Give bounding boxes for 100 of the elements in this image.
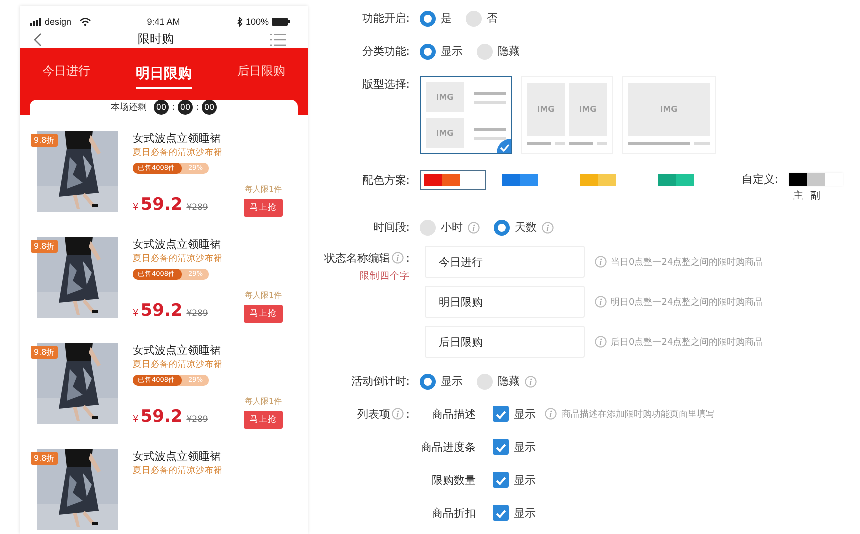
text-lines-icon: [474, 90, 506, 104]
currency-sign: ¥: [133, 309, 139, 319]
product-title: 女式波点立领睡裙: [133, 449, 222, 464]
option-label: 天数: [515, 220, 537, 235]
image-placeholder: IMG: [628, 83, 710, 136]
bluetooth-icon: [236, 17, 243, 27]
item-name: 商品折扣: [431, 506, 476, 520]
tab[interactable]: 明日限购: [136, 65, 192, 89]
image-placeholder: IMG: [426, 82, 464, 112]
battery-percent: 100%: [246, 17, 269, 27]
hint-text: 明日0点整一24点整之间的限时购商品: [611, 296, 764, 308]
price: 59.2: [140, 195, 183, 215]
field-label: 状态名称编辑: [324, 250, 390, 266]
image-placeholder: IMG: [569, 83, 607, 136]
radio-button[interactable]: [420, 374, 436, 390]
option-label: 隐藏: [498, 44, 520, 59]
discount-badge: 9.8折: [31, 240, 58, 253]
purchase-limit: 每人限1件: [244, 184, 282, 195]
option-label: 是: [441, 11, 452, 26]
option-label: 小时: [441, 220, 463, 235]
text-input[interactable]: 后日限购: [425, 326, 585, 358]
carrier-name: design: [45, 17, 72, 27]
swatch-caption: 主: [794, 190, 804, 203]
colon: :: [406, 408, 410, 420]
checkbox-label: 显示: [514, 440, 536, 454]
product-subtitle: 夏日必备的清凉沙布裙: [133, 147, 224, 159]
info-icon: [545, 408, 557, 420]
radio-button[interactable]: [420, 10, 436, 26]
info-icon: [595, 296, 607, 308]
color-swatch[interactable]: [806, 173, 825, 186]
text-lines-icon: [474, 126, 506, 140]
status-time: 9:41 AM: [147, 17, 180, 27]
countdown-digit: 00: [178, 100, 193, 115]
checkbox[interactable]: [493, 505, 509, 521]
wifi-icon: [80, 18, 91, 26]
battery-icon: [272, 18, 290, 26]
product-title: 女式波点立领睡裙: [133, 131, 222, 146]
page-title: 限时购: [138, 31, 174, 48]
radio-button[interactable]: [477, 44, 493, 60]
buy-button[interactable]: 马上抢: [244, 305, 283, 323]
layout-option-card[interactable]: IMG IMG: [521, 76, 613, 154]
color-swatch[interactable]: [788, 173, 807, 186]
field-label: 分类功能:: [362, 44, 410, 59]
radio-button[interactable]: [420, 220, 436, 236]
color-scheme-option[interactable]: [420, 170, 486, 190]
purchase-limit: 每人限1件: [244, 290, 282, 301]
original-price: ¥289: [186, 309, 208, 319]
signal-icon: [30, 18, 42, 26]
checkbox-label: 显示: [514, 506, 536, 520]
original-price: ¥289: [186, 415, 208, 425]
radio-button[interactable]: [466, 10, 482, 26]
product-subtitle: 夏日必备的清凉沙布裙: [133, 465, 224, 477]
price: 59.2: [140, 301, 183, 321]
info-icon: [595, 336, 607, 348]
buy-button[interactable]: 马上抢: [244, 411, 283, 429]
field-label: 时间段:: [373, 220, 410, 235]
checkbox[interactable]: [493, 472, 509, 488]
checkbox[interactable]: [493, 439, 509, 455]
text-lines-icon: [628, 142, 710, 145]
countdown-label: 本场还剩: [110, 102, 147, 114]
menu-button[interactable]: [270, 34, 286, 46]
item-name: 限购数量: [431, 472, 476, 488]
text-input[interactable]: 明日限购: [425, 286, 585, 318]
currency-sign: ¥: [133, 203, 139, 213]
radio-button[interactable]: [420, 44, 436, 60]
tab[interactable]: 今日进行: [42, 62, 91, 86]
field-label: 活动倒计时:: [351, 374, 410, 389]
text-input[interactable]: 今日进行: [425, 246, 585, 278]
countdown-digit: 00: [154, 100, 169, 115]
hint-text: 后日0点整一24点整之间的限时购商品: [611, 336, 764, 348]
info-icon: [595, 256, 607, 268]
field-label: 版型选择:: [362, 76, 410, 92]
product-subtitle: 夏日必备的清凉沙布裙: [133, 253, 224, 265]
radio-button[interactable]: [477, 374, 493, 390]
layout-option-card[interactable]: IMG IMG: [420, 76, 512, 154]
option-label: 隐藏: [498, 374, 520, 389]
radio-button[interactable]: [494, 220, 510, 236]
checkbox-label: 显示: [514, 406, 536, 422]
layout-option-card[interactable]: IMG: [622, 76, 716, 154]
text-lines-icon: [527, 142, 607, 145]
list-icon: [270, 34, 286, 46]
product-subtitle: 夏日必备的清凉沙布裙: [133, 359, 224, 371]
image-placeholder: IMG: [426, 118, 464, 148]
chevron-icon: [34, 32, 42, 46]
discount-badge: 9.8折: [31, 452, 58, 465]
option-label: 显示: [441, 44, 463, 59]
buy-button[interactable]: 马上抢: [244, 199, 283, 217]
tab[interactable]: 后日限购: [237, 62, 286, 86]
back-button[interactable]: [34, 32, 42, 46]
image-placeholder: IMG: [527, 83, 565, 136]
limit-note: 限制四个字: [360, 270, 410, 283]
item-name: 商品进度条: [420, 440, 476, 454]
hint-text: 商品描述在添加限时购功能页面里填写: [562, 408, 715, 420]
field-label: 列表项: [357, 406, 390, 422]
option-label: 显示: [441, 374, 463, 389]
original-price: ¥289: [186, 203, 208, 213]
purchase-limit: 每人限1件: [244, 396, 282, 407]
discount-badge: 9.8折: [31, 346, 58, 359]
product-title: 女式波点立领睡裙: [133, 237, 222, 252]
checkbox[interactable]: [493, 406, 509, 422]
